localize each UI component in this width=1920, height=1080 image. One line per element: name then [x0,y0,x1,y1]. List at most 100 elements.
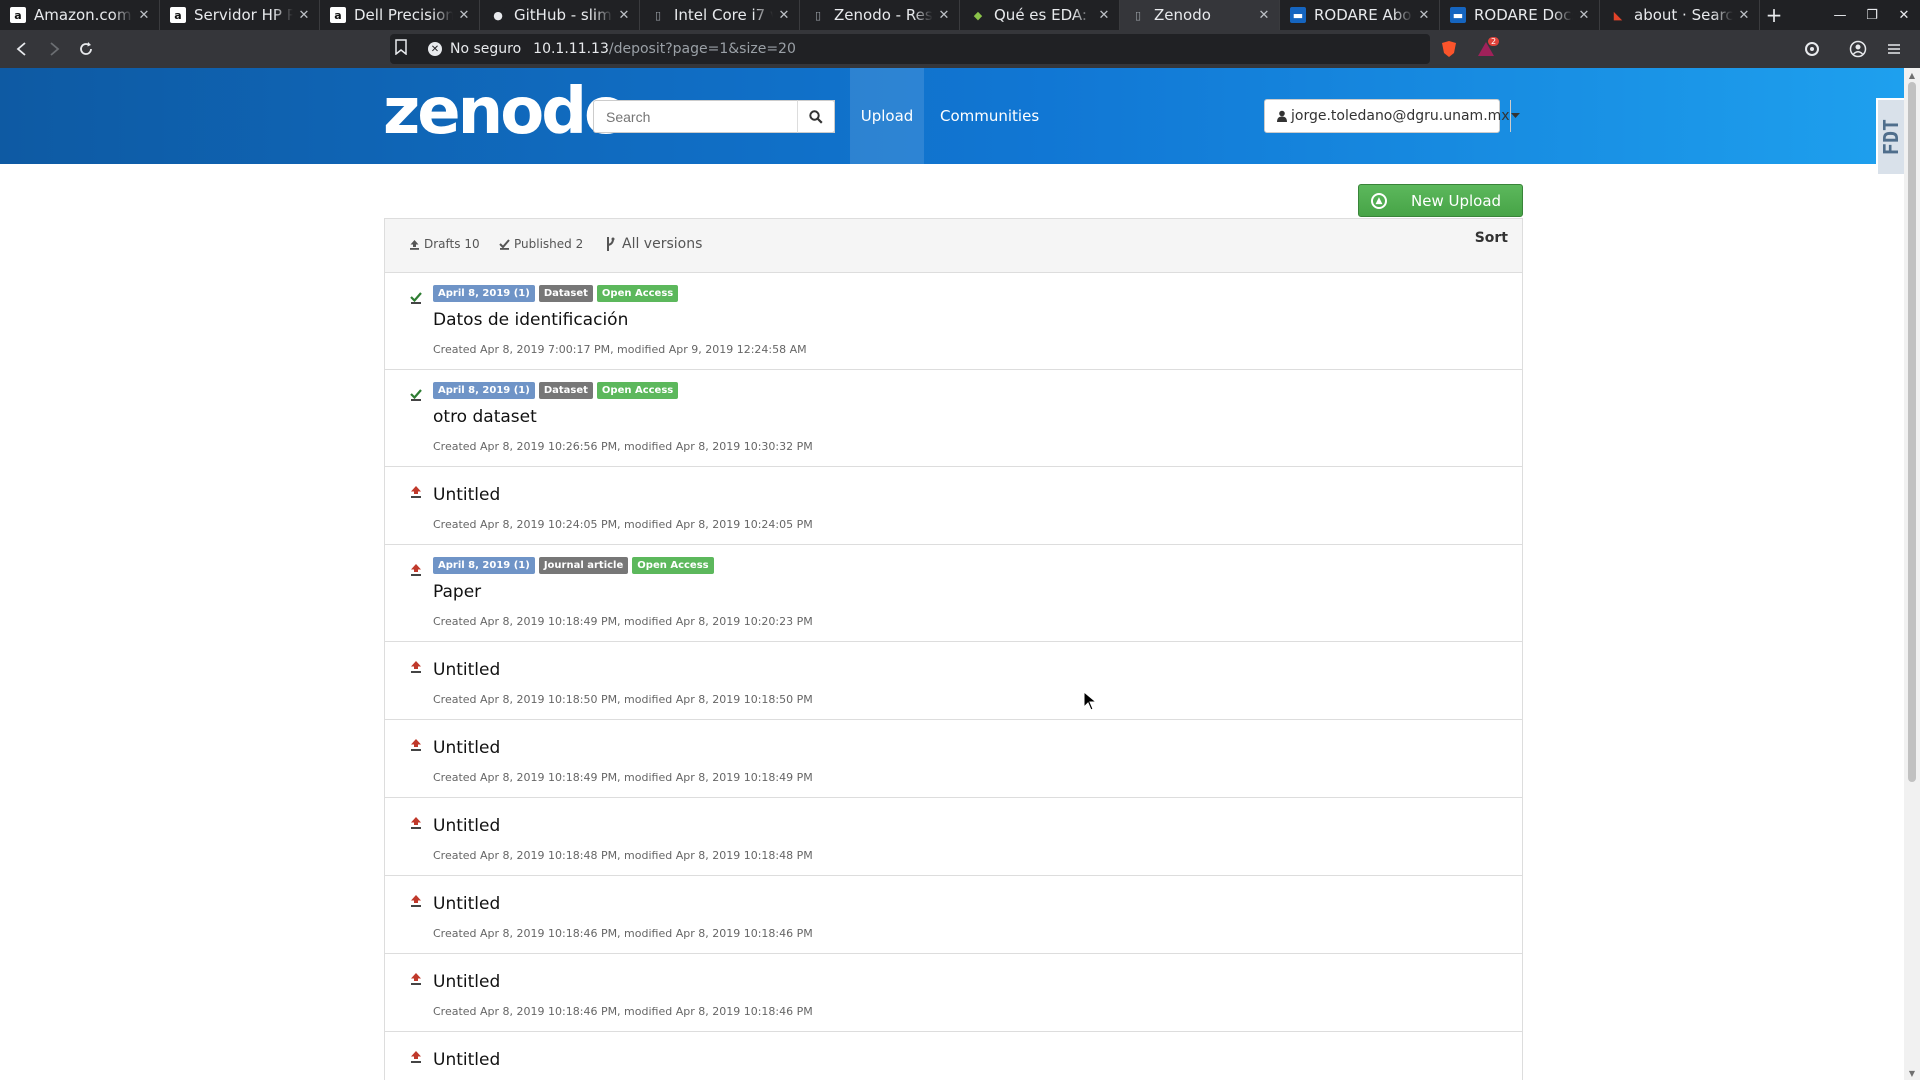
browser-tab[interactable]: ◆ Qué es EDA: Ex ✕ [960,0,1120,30]
browser-tab[interactable]: ▯ Intel Core i7 vs ✕ [640,0,800,30]
browser-tab[interactable]: ▯ Zenodo - Research ✕ [800,0,960,30]
record-title[interactable]: Untitled [433,660,500,680]
drafts-label: Drafts 10 [424,237,480,251]
gitlab-icon: ◣ [1613,8,1623,22]
record-title[interactable]: otro dataset [433,407,537,427]
record-row[interactable]: April 8, 2019 (1) Dataset Open Access otro … [385,370,1522,467]
browser-tab[interactable]: a Amazon.com.mx ✕ [0,0,160,30]
upload-icon [411,661,421,673]
record-row[interactable]: Untitled [385,1032,1522,1080]
tab-title: RODARE About [1314,6,1413,24]
zenodo-logo[interactable]: zenodo [383,80,628,144]
record-title[interactable]: Datos de identificación [433,310,628,330]
minimize-icon[interactable]: — [1824,0,1856,30]
close-tab-icon[interactable]: ✕ [617,8,631,23]
close-tab-icon[interactable]: ✕ [1577,8,1591,23]
user-account[interactable]: jorge.toledano@dgru.unam.mx [1265,100,1511,132]
record-meta: Created Apr 8, 2019 10:24:05 PM, modifie… [433,518,813,531]
close-tab-icon[interactable]: ✕ [1257,8,1271,23]
close-tab-icon[interactable]: ✕ [137,8,151,23]
browser-tab[interactable]: a Servidor HP ProLiant ✕ [160,0,320,30]
upload-icon [411,817,421,829]
search-button[interactable] [797,100,835,133]
rodare-icon: ▬ [1450,7,1466,23]
record-title[interactable]: Untitled [433,1050,500,1070]
user-dropdown-caret[interactable] [1510,100,1520,132]
user-menu-button[interactable]: jorge.toledano@dgru.unam.mx [1264,99,1520,133]
back-arrow-icon [16,42,26,56]
brave-shield-icon[interactable] [1438,34,1460,64]
scroll-down-icon[interactable]: ▼ [1904,1066,1920,1080]
close-tab-icon[interactable]: ✕ [1097,8,1111,23]
menu-icon[interactable] [1882,34,1906,64]
maximize-icon[interactable]: ❐ [1856,0,1888,30]
amazon-icon: a [170,7,186,23]
new-upload-button[interactable]: ▲ New Upload [1358,184,1523,217]
record-row[interactable]: Untitled Created Apr 8, 2019 10:18:49 PM,… [385,720,1522,798]
brave-rewards-icon[interactable]: 2 [1472,34,1500,64]
record-row[interactable]: Untitled Created Apr 8, 2019 10:18:50 PM,… [385,642,1522,720]
record-title[interactable]: Untitled [433,816,500,836]
record-title[interactable]: Untitled [433,485,500,505]
record-row[interactable]: Untitled Created Apr 8, 2019 10:24:05 PM,… [385,467,1522,545]
new-tab-button[interactable]: + [1760,3,1788,27]
record-row[interactable]: Untitled Created Apr 8, 2019 10:18:46 PM,… [385,954,1522,1032]
tab-title: RODARE Docs [1474,6,1573,24]
close-tab-icon[interactable]: ✕ [1417,8,1431,23]
upload-icon [411,486,421,498]
address-bar[interactable]: ✕ No seguro 10.1.11.13/deposit?page=1&si… [390,34,1430,64]
record-title[interactable]: Untitled [433,972,500,992]
site-header: zenodo Upload Communities jorge.toledano… [0,68,1906,176]
sync-icon[interactable] [1800,34,1824,64]
browser-tab[interactable]: ▬ RODARE About ✕ [1280,0,1440,30]
forward-button[interactable] [38,34,70,64]
tab-title: Dell Precision 5 [354,6,453,24]
bookmark-icon[interactable] [395,39,407,59]
tab-title: Zenodo - Research [834,6,933,24]
record-row[interactable]: Untitled Created Apr 8, 2019 10:18:48 PM,… [385,798,1522,876]
date-badge: April 8, 2019 (1) [433,557,535,574]
profile-icon[interactable] [1846,34,1870,64]
forward-arrow-icon [50,42,60,56]
record-row[interactable]: Untitled Created Apr 8, 2019 10:18:46 PM,… [385,876,1522,954]
window-controls: — ❐ ✕ [1824,0,1920,30]
close-tab-icon[interactable]: ✕ [777,8,791,23]
nav-communities[interactable]: Communities [940,68,1039,164]
sort-button[interactable]: Sort [1475,230,1508,246]
browser-tab[interactable]: ● GitHub - slimbook ✕ [480,0,640,30]
record-title[interactable]: Untitled [433,894,500,914]
page-scrollbar[interactable]: ▲ ▼ [1904,68,1920,1080]
security-indicator[interactable]: ✕ No seguro [428,41,521,57]
browser-tab[interactable]: ◣ about · Search ✕ [1600,0,1760,30]
record-meta: Created Apr 8, 2019 10:18:49 PM, modifie… [433,615,813,628]
record-row[interactable]: April 8, 2019 (1) Dataset Open Access Datos… [385,273,1522,370]
record-meta: Created Apr 8, 2019 10:18:46 PM, modifie… [433,927,813,940]
upload-circle-icon: ▲ [1371,192,1387,209]
record-row[interactable]: April 8, 2019 (1) Journal article Open Acc… [385,545,1522,642]
security-label: No seguro [450,41,522,57]
user-icon [1277,110,1287,122]
browser-tab[interactable]: ▬ RODARE Docs ✕ [1440,0,1600,30]
filter-published[interactable]: Published 2 [499,237,583,251]
reload-button[interactable] [70,34,102,64]
filter-all-versions[interactable]: All versions [605,236,702,252]
close-window-icon[interactable]: ✕ [1888,0,1920,30]
record-title[interactable]: Paper [433,582,481,602]
type-badge: Dataset [538,382,593,399]
tab-strip: a Amazon.com.mx ✕ a Servidor HP ProLiant ✕ a De… [0,0,1760,30]
record-title[interactable]: Untitled [433,738,500,758]
fdt-widget[interactable]: FDT [1876,98,1906,176]
browser-tab[interactable]: a Dell Precision 5 ✕ [320,0,480,30]
close-tab-icon[interactable]: ✕ [937,8,951,23]
scroll-up-icon[interactable]: ▲ [1904,68,1920,82]
back-button[interactable] [6,34,38,64]
page-icon: ▯ [654,8,662,22]
close-tab-icon[interactable]: ✕ [297,8,311,23]
close-tab-icon[interactable]: ✕ [457,8,471,23]
close-tab-icon[interactable]: ✕ [1737,8,1751,23]
scrollbar-thumb[interactable] [1908,82,1916,782]
insecure-icon: ✕ [428,42,442,56]
nav-upload[interactable]: Upload [850,68,924,164]
browser-tab[interactable]: ▯ Zenodo ✕ [1120,0,1280,30]
filter-drafts[interactable]: Drafts 10 [409,237,480,251]
